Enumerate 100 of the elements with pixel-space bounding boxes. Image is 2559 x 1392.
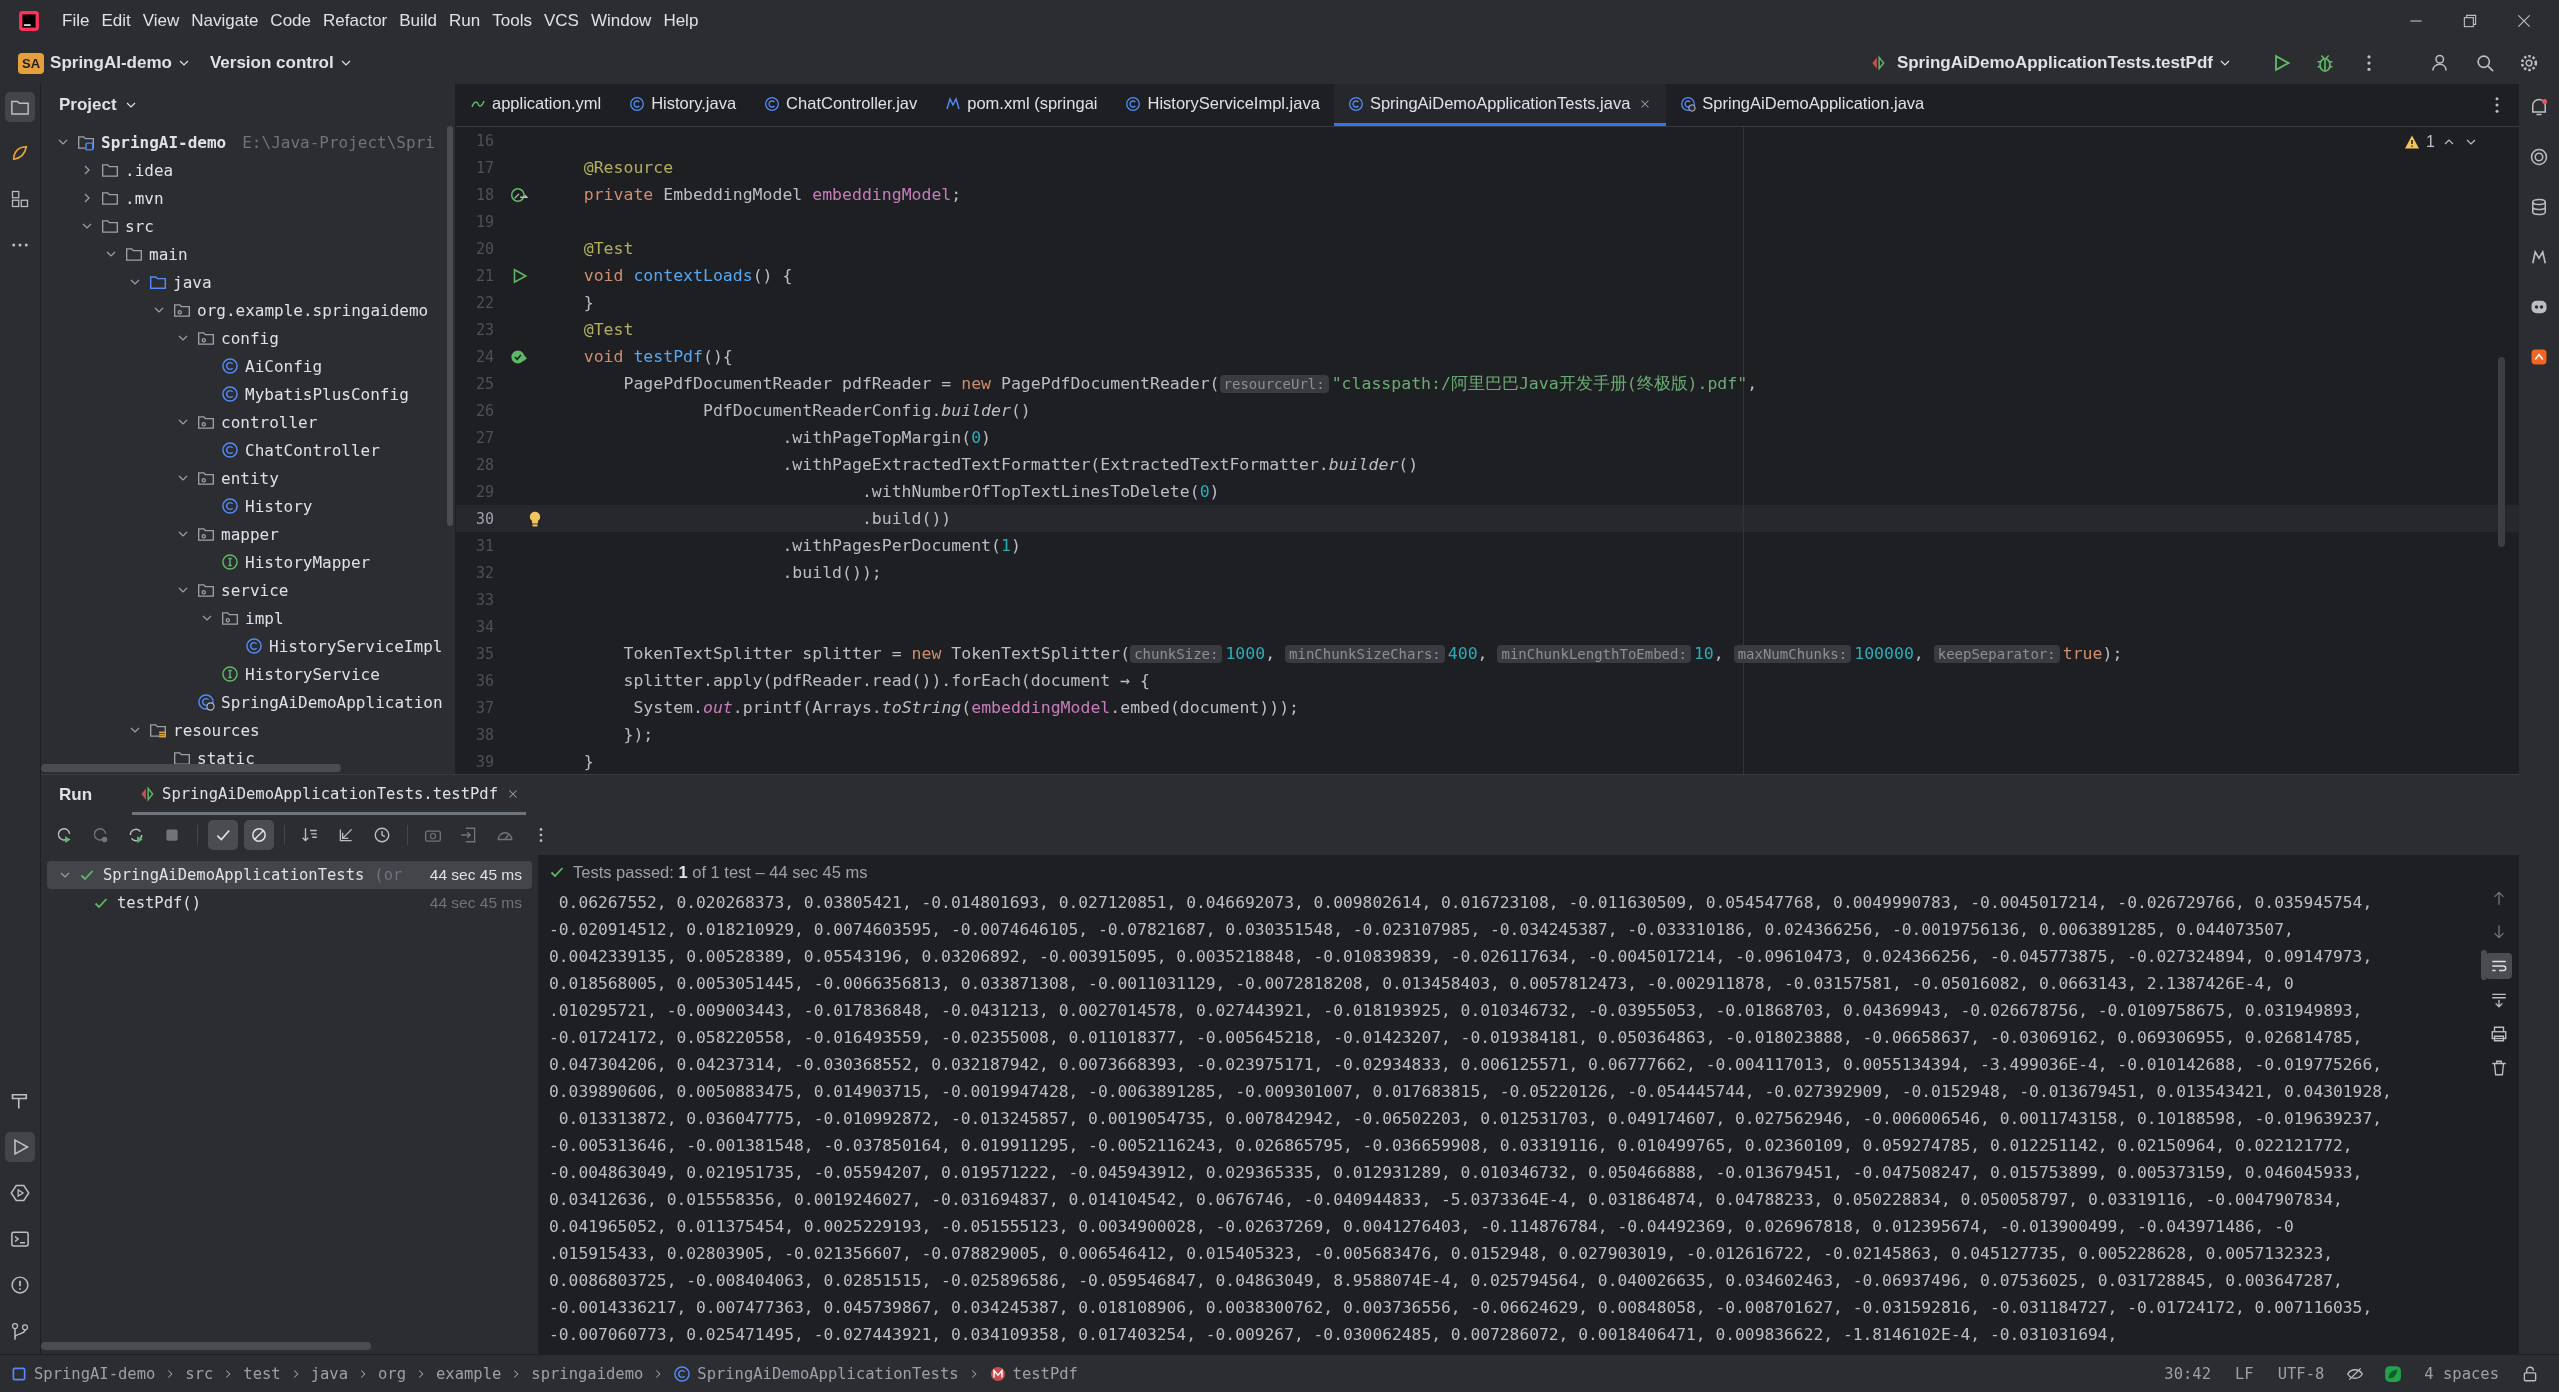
scrollbar-thumb[interactable]	[41, 764, 341, 772]
menu-item[interactable]: File	[62, 11, 90, 31]
tree-item[interactable]: controller	[221, 412, 318, 432]
tree-item[interactable]: resources	[173, 720, 260, 740]
tree-item[interactable]: service	[221, 580, 289, 600]
tree-item[interactable]: src	[125, 216, 154, 236]
menu-item[interactable]: Help	[663, 11, 699, 31]
menu-item[interactable]: Code	[270, 11, 311, 31]
test-item[interactable]: testPdf() 44 sec 45 ms	[47, 889, 532, 917]
tree-item[interactable]: java	[173, 272, 212, 292]
show-ignored-toggle[interactable]	[244, 820, 274, 850]
console-line: -0.0014336217, 0.007477363, 0.045739867, 0.034245387, 0.018108906, 0.0038300762, 0.003736556, -0.06624629, 0.00848058, -0.008701627, -0.031592816, -0.031184727, -0.01724172, 0.007116035,	[549, 1297, 2374, 1319]
warning-icon[interactable]	[2404, 134, 2421, 150]
scrollbar-thumb[interactable]	[2481, 950, 2487, 980]
editor-tab[interactable]: application.yml	[456, 84, 616, 126]
class-icon	[673, 1364, 692, 1383]
file-encoding[interactable]: UTF-8	[2277, 1364, 2325, 1383]
code-line: private EmbeddingModel embeddingModel;	[582, 185, 962, 204]
project-badge[interactable]: SA	[18, 52, 45, 74]
project-panel-title[interactable]: Project	[59, 95, 139, 115]
lock-icon[interactable]	[2521, 1364, 2539, 1383]
editor-tab[interactable]: SpringAiDemoApplicationTests.java	[1333, 84, 1667, 126]
console-line: 0.018568005, 0.0053051445, -0.0066356813, 0.033871308, -0.0011031129, -0.0072818208, 0.013458403, 0.0057812473, -0.002911878, -0.03157581, -0.05016082, 0.0663143, 2.1387426E-4, 0	[549, 973, 2295, 995]
vcs-selector[interactable]: Version control	[209, 53, 354, 73]
tree-item[interactable]: AiConfig	[245, 356, 323, 376]
panel-title[interactable]: Run	[59, 785, 93, 805]
menu-item[interactable]: Window	[590, 11, 652, 31]
project-path: E:\Java-Project\Spri	[242, 132, 435, 152]
tree-item[interactable]: HistoryServiceImpl	[269, 636, 443, 656]
close-icon[interactable]	[2515, 12, 2533, 30]
run-icon[interactable]	[5, 1132, 35, 1162]
breadcrumb-item[interactable]: springaidemo	[531, 1364, 644, 1383]
code-line: .withNumberOfTopTextLinesToDelete(0)	[860, 482, 1220, 501]
breadcrumb-item[interactable]: testPdf	[988, 1364, 1078, 1383]
project-selector[interactable]: SpringAI-demo	[50, 53, 192, 73]
class-icon	[197, 693, 215, 711]
menu-item[interactable]: Navigate	[191, 11, 259, 31]
tree-item[interactable]: entity	[221, 468, 279, 488]
editor-tab[interactable]: SpringAiDemoApplication.java	[1666, 84, 1939, 126]
tree-item[interactable]: .mvn	[125, 188, 164, 208]
code-line: .withPageExtractedTextFormatter(ExtractedTextFormatter.builder()	[781, 455, 1419, 474]
run-configuration-selector[interactable]: SpringAiDemoApplicationTests.testPdf	[1868, 53, 2233, 73]
cursor-position[interactable]: 30:42	[2164, 1364, 2211, 1383]
tree-item[interactable]: MybatisPlusConfig	[245, 384, 409, 404]
app-logo-icon[interactable]	[18, 10, 40, 32]
scrollbar-thumb[interactable]	[41, 1342, 371, 1350]
tree-item[interactable]: History	[245, 496, 313, 516]
leaf-icon[interactable]	[2384, 1364, 2403, 1383]
folder-icon	[101, 189, 119, 207]
editor-tab[interactable]: History.java	[615, 84, 751, 126]
indent-setting[interactable]: 4 spaces	[2424, 1364, 2499, 1383]
tree-item[interactable]: HistoryMapper	[245, 552, 371, 572]
breadcrumb-item[interactable]: java	[310, 1364, 348, 1383]
tree-item[interactable]: mapper	[221, 524, 279, 544]
breadcrumb-item[interactable]: SpringAiDemoApplicationTests	[673, 1364, 959, 1383]
editor-tab[interactable]: ChatController.jav	[750, 84, 932, 126]
soft-wrap-icon[interactable]	[2486, 953, 2512, 979]
tree-item[interactable]: SpringAiDemoApplication	[221, 692, 443, 712]
scrollbar-thumb[interactable]	[2498, 357, 2505, 547]
menu-item[interactable]: Edit	[101, 11, 131, 31]
show-passed-toggle[interactable]	[208, 820, 238, 850]
menu-item[interactable]: VCS	[543, 11, 579, 31]
tree-item[interactable]: org.example.springaidemo	[197, 300, 429, 320]
editor-tab[interactable]: pom.xml (springai	[931, 84, 1112, 126]
warning-count[interactable]: 1	[2426, 133, 2435, 151]
breadcrumb-item[interactable]: SpringAI-demo	[10, 1364, 156, 1383]
folder-icon	[197, 525, 215, 543]
interface-icon	[221, 665, 239, 683]
scrollbar-thumb[interactable]	[447, 126, 453, 526]
tree-item[interactable]: ChatController	[245, 440, 380, 460]
line-separator[interactable]: LF	[2235, 1364, 2254, 1383]
bug-icon[interactable]	[2315, 53, 2335, 73]
tree-item[interactable]: impl	[245, 608, 284, 628]
class-icon	[1680, 95, 1697, 112]
settings-icon[interactable]	[2519, 53, 2539, 73]
menu-item[interactable]: Refactor	[323, 11, 388, 31]
console-line: -0.01724172, 0.058220558, -0.016493559, -0.02355008, 0.011018377, -0.005645218, -0.01423207, -0.019384181, 0.050364863, -0.018023888, -0.06658637, -0.03069162, 0.069306955, 0.026814785,	[549, 1027, 2364, 1049]
tree-item[interactable]: HistoryService	[245, 664, 380, 684]
tree-item[interactable]: static	[197, 748, 255, 768]
tree-item[interactable]: .idea	[125, 160, 174, 180]
search-icon[interactable]	[2475, 53, 2495, 73]
breadcrumb-item[interactable]: org	[378, 1364, 406, 1383]
menu-item[interactable]: Run	[449, 11, 481, 31]
run-tab[interactable]: SpringAiDemoApplicationTests.testPdf	[132, 775, 526, 815]
folder-icon[interactable]	[5, 92, 35, 122]
class-icon	[245, 637, 263, 655]
menu-item[interactable]: View	[142, 11, 180, 31]
breadcrumb-item[interactable]: src	[185, 1364, 214, 1383]
console-line: 0.06267552, 0.020268373, 0.03805421, -0.014801693, 0.027120851, 0.046692073, 0.009802614, 0.016723108, -0.011630509, 0.054547768, 0.0049990783, -0.0045017214, -0.026729766, 0.035945754,	[557, 892, 2374, 914]
tree-item[interactable]: SpringAI-demo	[101, 132, 227, 152]
tree-item[interactable]: main	[149, 244, 188, 264]
restore-icon[interactable]	[2461, 12, 2479, 30]
tree-item[interactable]: config	[221, 328, 279, 348]
breadcrumb-item[interactable]: example	[436, 1364, 502, 1383]
folder-icon	[149, 721, 167, 739]
menu-item[interactable]: Build	[399, 11, 438, 31]
editor-tab[interactable]: HistoryServiceImpl.java	[1111, 84, 1334, 126]
menu-item[interactable]: Tools	[492, 11, 532, 31]
class-icon	[1347, 95, 1364, 112]
breadcrumb-item[interactable]: test	[243, 1364, 281, 1383]
